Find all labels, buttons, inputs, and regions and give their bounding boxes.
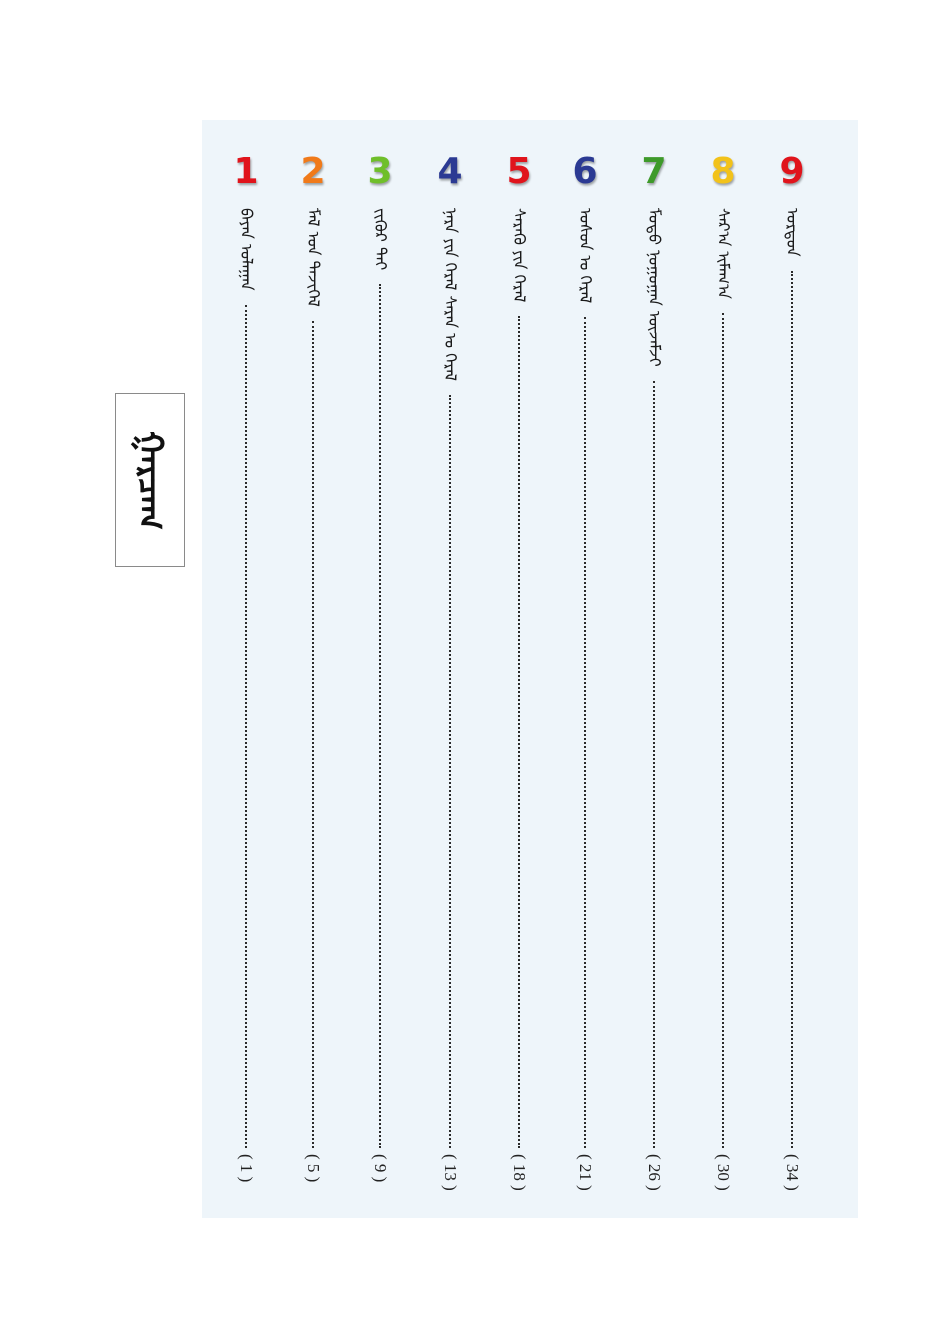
toc-entry[interactable]: 8 ᠰᠠᠷ᠎ᠠ ᠢᠮᠠᠭ᠎ᠠ ( 30 ) bbox=[703, 120, 743, 1218]
toc-entry[interactable]: 4 ᠨᠠᠷᠠ ᠶᠢᠨ ᠭᠡᠷᠡᠯ ᠰᠠᠷᠠᠨ ᠤ ᠭᠡᠷᠡᠯ ( 13 ) bbox=[430, 120, 470, 1218]
chapter-title: ᠮᠠᠯ ᠤᠨ ᠲᠡᠵᠢᠭᠡᠯ bbox=[304, 208, 323, 307]
dot-leader bbox=[791, 271, 793, 1148]
chapter-number: 6 bbox=[572, 151, 598, 192]
chapter-number: 2 bbox=[300, 151, 326, 192]
chapter-title: ᠰᠡᠷᠡᠬᠦ ᠶᠢᠨ ᠭᠡᠷᠡᠯ bbox=[510, 208, 529, 303]
chapter-number: 9 bbox=[779, 151, 805, 192]
dot-leader bbox=[653, 381, 655, 1148]
dot-leader bbox=[312, 321, 314, 1148]
chapter-page-number: ( 26 ) bbox=[645, 1154, 664, 1191]
chapter-number: 7 bbox=[641, 151, 667, 192]
chapter-page-number: ( 13 ) bbox=[441, 1154, 460, 1191]
toc-entry[interactable]: 3 ᠵᠢᠭᠦᠷ ᠲᠠᠢ ( 9 ) bbox=[360, 120, 400, 1218]
chapter-title: ᠨᠠᠷᠠ ᠶᠢᠨ ᠭᠡᠷᠡᠯ ᠰᠠᠷᠠᠨ ᠤ ᠭᠡᠷᠡᠯ bbox=[441, 208, 460, 382]
page-title: ᠭᠠᠷᠴᠠᠭ bbox=[130, 430, 170, 530]
chapter-page-number: ( 34 ) bbox=[783, 1154, 802, 1191]
contents-title-box: ᠭᠠᠷᠴᠠᠭ bbox=[115, 393, 185, 567]
dot-leader bbox=[722, 313, 724, 1148]
chapter-page-number: ( 1 ) bbox=[237, 1154, 256, 1183]
chapter-title: ᠵᠢᠭᠦᠷ ᠲᠠᠢ bbox=[371, 208, 390, 271]
chapter-title: ᠤᠰᠤᠨ ᠤ ᠭᠡᠷᠡᠯ bbox=[576, 208, 595, 304]
chapter-page-number: ( 9 ) bbox=[371, 1154, 390, 1183]
toc-entry[interactable]: 1 ᠪᠠᠶᠠᠨ ᠤᠯᠠᠭᠠᠨ ( 1 ) bbox=[226, 120, 266, 1218]
toc-entry[interactable]: 5 ᠰᠡᠷᠡᠬᠦ ᠶᠢᠨ ᠭᠡᠷᠡᠯ ( 18 ) bbox=[499, 120, 539, 1218]
chapter-number: 3 bbox=[367, 151, 393, 192]
chapter-title: ᠪᠠᠶᠠᠨ ᠤᠯᠠᠭᠠᠨ bbox=[237, 208, 256, 291]
chapter-number: 8 bbox=[710, 151, 736, 192]
toc-entry[interactable]: 6 ᠤᠰᠤᠨ ᠤ ᠭᠡᠷᠡᠯ ( 21 ) bbox=[565, 120, 605, 1218]
dot-leader bbox=[584, 317, 586, 1148]
dot-leader bbox=[449, 395, 451, 1148]
toc-entry[interactable]: 7 ᠮᠣᠳᠣ ᠨᠣᠭᠣᠭᠠᠨ ᠦᠵᠡᠮᠵᠢ ( 26 ) bbox=[634, 120, 674, 1218]
chapter-page-number: ( 18 ) bbox=[510, 1154, 529, 1191]
chapter-number: 1 bbox=[233, 151, 259, 192]
chapter-number: 5 bbox=[506, 151, 532, 192]
toc-entry[interactable]: 9 ᠣᠷᠳᠣᠨ ( 34 ) bbox=[772, 120, 812, 1218]
chapter-page-number: ( 5 ) bbox=[304, 1154, 323, 1183]
chapter-title: ᠣᠷᠳᠣᠨ bbox=[783, 208, 802, 257]
chapter-page-number: ( 30 ) bbox=[714, 1154, 733, 1191]
table-of-contents: 1 ᠪᠠᠶᠠᠨ ᠤᠯᠠᠭᠠᠨ ( 1 ) 2 ᠮᠠᠯ ᠤᠨ ᠲᠡᠵᠢᠭᠡᠯ ( 5 ) 3 ᠵ… bbox=[202, 120, 858, 1218]
toc-entry[interactable]: 2 ᠮᠠᠯ ᠤᠨ ᠲᠡᠵᠢᠭᠡᠯ ( 5 ) bbox=[293, 120, 333, 1218]
chapter-number: 4 bbox=[437, 151, 463, 192]
dot-leader bbox=[245, 305, 247, 1148]
dot-leader bbox=[379, 284, 381, 1148]
chapter-page-number: ( 21 ) bbox=[576, 1154, 595, 1191]
chapter-title: ᠮᠣᠳᠣ ᠨᠣᠭᠣᠭᠠᠨ ᠦᠵᠡᠮᠵᠢ bbox=[645, 208, 664, 367]
dot-leader bbox=[518, 316, 520, 1148]
chapter-title: ᠰᠠᠷ᠎ᠠ ᠢᠮᠠᠭ᠎ᠠ bbox=[714, 208, 733, 299]
